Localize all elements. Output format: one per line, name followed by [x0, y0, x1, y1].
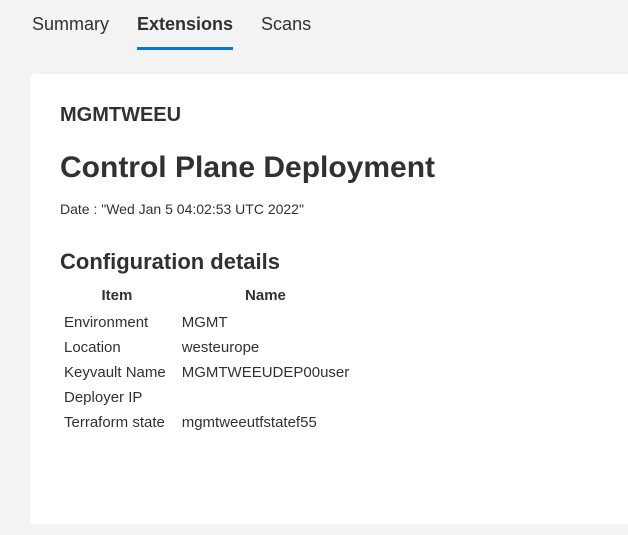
row-item: Location — [60, 335, 174, 360]
table-row: Terraform state mgmtweeutfstatef55 — [60, 410, 357, 435]
tab-extensions[interactable]: Extensions — [137, 14, 233, 50]
row-item: Keyvault Name — [60, 360, 174, 385]
col-header-name: Name — [174, 285, 358, 310]
deployment-card: MGMTWEEU Control Plane Deployment Date :… — [30, 74, 628, 524]
deployment-id: MGMTWEEU — [60, 104, 598, 127]
config-table: Item Name Environment MGMT Location west… — [60, 285, 357, 435]
row-name — [174, 385, 358, 410]
tabs: Summary Extensions Scans — [0, 0, 628, 50]
row-item: Deployer IP — [60, 385, 174, 410]
row-name: MGMT — [174, 310, 358, 335]
section-title: Configuration details — [60, 249, 598, 275]
row-item: Environment — [60, 310, 174, 335]
row-name: mgmtweeutfstatef55 — [174, 410, 358, 435]
date-value: "Wed Jan 5 04:02:53 UTC 2022" — [101, 201, 304, 217]
row-item: Terraform state — [60, 410, 174, 435]
tab-scans[interactable]: Scans — [261, 14, 311, 50]
page-title: Control Plane Deployment — [60, 151, 598, 185]
table-row: Environment MGMT — [60, 310, 357, 335]
row-name: westeurope — [174, 335, 358, 360]
row-name: MGMTWEEUDEP00user — [174, 360, 358, 385]
table-row: Keyvault Name MGMTWEEUDEP00user — [60, 360, 357, 385]
table-row: Deployer IP — [60, 385, 357, 410]
deployment-date: Date : "Wed Jan 5 04:02:53 UTC 2022" — [60, 201, 598, 217]
tab-summary[interactable]: Summary — [32, 14, 109, 50]
table-row: Location westeurope — [60, 335, 357, 360]
col-header-item: Item — [60, 285, 174, 310]
date-prefix: Date : — [60, 201, 101, 217]
